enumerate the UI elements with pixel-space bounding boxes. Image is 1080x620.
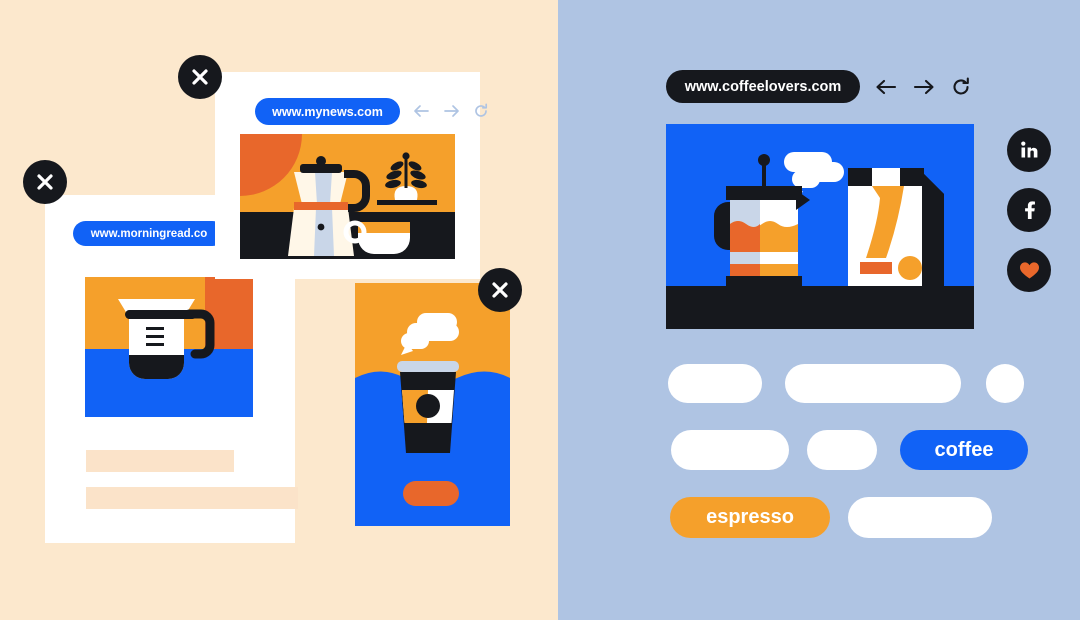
artwork-coffee-carafe	[85, 277, 253, 417]
url-bar-morningread[interactable]: www.morningread.co	[73, 221, 225, 246]
text-placeholder-line	[86, 450, 234, 472]
promo-card-takeaway-cup[interactable]	[355, 283, 510, 526]
forward-arrow-icon[interactable]	[913, 78, 935, 96]
reload-arrow-icon[interactable]	[473, 103, 489, 119]
tag-label: espresso	[706, 506, 794, 528]
tag-label: coffee	[934, 438, 994, 461]
back-arrow-icon[interactable]	[413, 104, 430, 118]
text-placeholder-line	[86, 487, 298, 509]
tag-pill-blank[interactable]	[785, 364, 961, 403]
illustration-canvas: www.morningread.co www.mynews.com www.co…	[0, 0, 1080, 620]
tag-pill-espresso[interactable]: espresso	[670, 497, 830, 538]
tag-pill-blank[interactable]	[671, 430, 789, 470]
nav-controls-coffeelovers[interactable]	[875, 77, 971, 97]
social-button-favorite[interactable]	[1007, 248, 1051, 292]
artwork-moka-pot	[240, 134, 455, 259]
artwork-takeaway-cup	[355, 283, 510, 526]
reload-arrow-icon[interactable]	[951, 77, 971, 97]
close-icon	[492, 282, 508, 298]
social-button-linkedin[interactable]	[1007, 128, 1051, 172]
tag-pill-blank[interactable]	[986, 364, 1024, 403]
close-button-mynews[interactable]	[178, 55, 222, 99]
facebook-icon	[1025, 201, 1035, 219]
back-arrow-icon[interactable]	[875, 78, 897, 96]
url-text-morningread: www.morningread.co	[90, 227, 208, 240]
browser-window-mynews[interactable]: www.mynews.com	[215, 72, 488, 279]
close-icon	[192, 69, 208, 85]
close-button-morningread[interactable]	[23, 160, 67, 204]
heart-icon	[1019, 261, 1039, 278]
url-bar-mynews[interactable]: www.mynews.com	[255, 98, 400, 125]
artwork-french-press-and-bag	[666, 124, 974, 329]
tag-pill-blank[interactable]	[668, 364, 762, 403]
close-button-cupcard[interactable]	[478, 268, 522, 312]
close-icon	[37, 174, 53, 190]
tag-pill-blank[interactable]	[807, 430, 877, 470]
url-text-coffeelovers: www.coffeelovers.com	[684, 78, 842, 95]
tag-pill-blank[interactable]	[848, 497, 992, 538]
forward-arrow-icon[interactable]	[443, 104, 460, 118]
social-button-facebook[interactable]	[1007, 188, 1051, 232]
url-text-mynews: www.mynews.com	[272, 104, 383, 119]
linkedin-icon	[1021, 141, 1038, 158]
nav-controls-mynews[interactable]	[413, 103, 489, 119]
tag-pill-coffee[interactable]: coffee	[900, 430, 1028, 470]
url-bar-coffeelovers[interactable]: www.coffeelovers.com	[666, 70, 860, 103]
